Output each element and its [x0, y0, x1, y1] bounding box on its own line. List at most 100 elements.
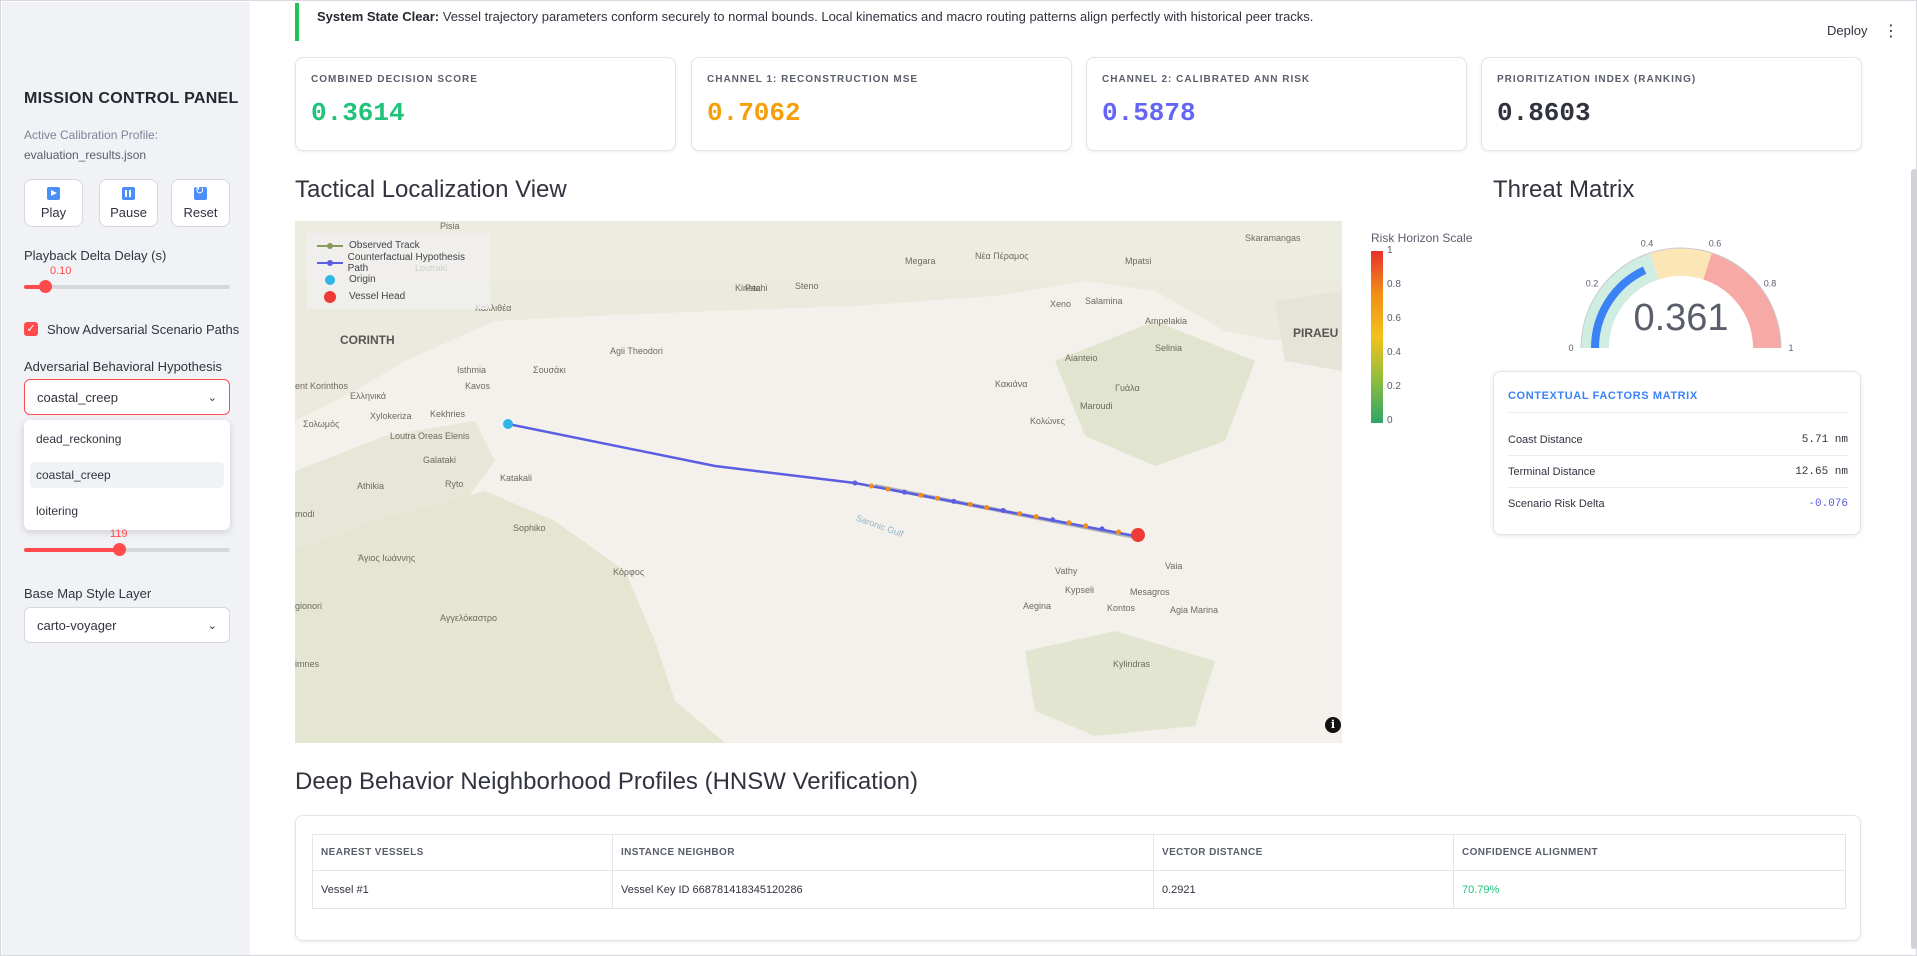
second-slider-fill	[24, 548, 119, 552]
ctx-row-terminal-distance: Terminal Distance 12.65 nm	[1508, 456, 1848, 488]
track-point	[1116, 529, 1122, 535]
delay-slider-thumb[interactable]	[38, 280, 52, 293]
sidebar-title: MISSION CONTROL PANEL	[24, 90, 239, 107]
adversarial-paths-checkbox[interactable]: ✓	[24, 322, 38, 336]
map-style-select[interactable]: carto-voyager ⌄	[24, 607, 230, 643]
gauge-band	[1650, 248, 1712, 280]
ctx-row-value: 12.65 nm	[1795, 465, 1848, 478]
status-banner-title: System State Clear:	[317, 9, 440, 24]
track-point	[1099, 526, 1105, 532]
hypothesis-label: Adversarial Behavioral Hypothesis	[24, 359, 222, 374]
track-point	[852, 480, 858, 486]
chevron-down-icon: ⌄	[207, 619, 217, 632]
deploy-button[interactable]: Deploy	[1827, 23, 1867, 38]
delay-slider-value: 0.10	[50, 265, 72, 277]
neighbors-section-title: Deep Behavior Neighborhood Profiles (HNS…	[295, 768, 918, 795]
track-point	[1050, 517, 1056, 523]
pause-icon	[122, 186, 135, 200]
vessel-head-marker	[1131, 528, 1145, 542]
colorbar-tick: 0.2	[1387, 381, 1401, 392]
info-icon[interactable]: i	[1325, 717, 1341, 733]
table-cell: Vessel Key ID 668781418345120286	[612, 870, 1154, 909]
gauge-tick-label: 0.8	[1764, 278, 1777, 288]
app-window: MISSION CONTROL PANEL Active Calibration…	[0, 0, 1917, 956]
track-point	[1033, 514, 1039, 520]
colorbar-tick: 0	[1387, 415, 1393, 426]
dropdown-option-loitering[interactable]: loitering	[30, 498, 224, 524]
reset-label: Reset	[183, 204, 218, 220]
play-icon	[47, 186, 60, 200]
kpi-value: 0.8603	[1497, 98, 1591, 128]
column-header[interactable]: NEAREST VESSELS	[312, 834, 613, 871]
track-point	[918, 492, 924, 498]
second-slider[interactable]	[24, 543, 230, 556]
kpi-label: COMBINED DECISION SCORE	[311, 74, 478, 85]
ctx-row-label: Scenario Risk Delta	[1508, 498, 1605, 510]
kpi-value: 0.3614	[311, 98, 405, 128]
table-row: Vessel #1 Vessel Key ID 6687814183451202…	[312, 870, 1846, 909]
colorbar-tick: 0.4	[1387, 347, 1401, 358]
second-slider-thumb[interactable]	[112, 543, 126, 556]
track-point	[868, 483, 874, 489]
reset-icon	[194, 184, 207, 200]
track-point	[934, 495, 940, 501]
pause-button[interactable]: Pause	[99, 179, 158, 227]
legend-counterfactual: Counterfactual Hypothesis Path	[315, 252, 482, 274]
colorbar-title: Risk Horizon Scale	[1371, 231, 1473, 245]
map-style-label: Base Map Style Layer	[24, 586, 152, 601]
gauge-tick-label: 0.6	[1709, 238, 1722, 248]
profile-label: Active Calibration Profile:	[24, 128, 159, 142]
neighbors-table: NEAREST VESSELS INSTANCE NEIGHBOR VECTOR…	[312, 834, 1846, 909]
profile-file: evaluation_results.json	[24, 148, 147, 162]
chevron-down-icon: ⌄	[207, 391, 217, 404]
hypothesis-select[interactable]: coastal_creep ⌄	[24, 379, 230, 415]
dropdown-option-dead-reckoning[interactable]: dead_reckoning	[30, 426, 224, 452]
track-point	[967, 501, 973, 507]
kpi-card-prioritization-index: PRIORITIZATION INDEX (RANKING) 0.8603	[1481, 57, 1862, 151]
counterfactual-path	[507, 422, 1136, 538]
column-header[interactable]: VECTOR DISTANCE	[1153, 834, 1454, 871]
kpi-value: 0.5878	[1102, 98, 1196, 128]
legend-vessel-head: Vessel Head	[315, 288, 482, 305]
scrollbar[interactable]	[1911, 169, 1917, 949]
gauge-tick-label: 0.4	[1641, 238, 1654, 248]
track-point	[951, 498, 957, 504]
track-point	[1083, 523, 1089, 529]
column-header[interactable]: CONFIDENCE ALIGNMENT	[1453, 834, 1846, 871]
kpi-card-ann-risk: CHANNEL 2: CALIBRATED ANN RISK 0.5878	[1086, 57, 1467, 151]
second-slider-value: 119	[110, 528, 128, 540]
delay-slider-label: Playback Delta Delay (s)	[24, 248, 167, 263]
contextual-factors-title: CONTEXTUAL FACTORS MATRIX	[1508, 390, 1698, 402]
threat-matrix-title: Threat Matrix	[1493, 176, 1635, 203]
ctx-row-scenario-risk-delta: Scenario Risk Delta -0.076	[1508, 488, 1848, 520]
gauge-tick-label: 0	[1568, 343, 1573, 353]
hypothesis-select-value: coastal_creep	[37, 389, 118, 405]
dropdown-option-coastal-creep[interactable]: coastal_creep	[30, 462, 224, 488]
delay-slider[interactable]	[24, 280, 230, 293]
reset-button[interactable]: Reset	[171, 179, 230, 227]
tactical-map[interactable]: PisiaMegaraΝέα ΠέραμοςMpatsiSkaramangasL…	[295, 221, 1342, 743]
table-cell: Vessel #1	[312, 870, 613, 909]
contextual-factors-card: CONTEXTUAL FACTORS MATRIX Coast Distance…	[1493, 371, 1861, 535]
adversarial-paths-label: Show Adversarial Scenario Paths	[47, 322, 240, 337]
gauge-tick-label: 1	[1788, 343, 1793, 353]
legend-origin: Origin	[315, 271, 482, 288]
hypothesis-dropdown: dead_reckoning coastal_creep loitering	[24, 420, 230, 530]
play-label: Play	[40, 204, 67, 220]
gauge-value: 0.361	[1633, 297, 1729, 339]
table-cell: 0.2921	[1153, 870, 1454, 909]
colorbar-tick: 0.8	[1387, 279, 1401, 290]
track-point	[885, 486, 891, 492]
table-header-row: NEAREST VESSELS INSTANCE NEIGHBOR VECTOR…	[312, 834, 1846, 871]
main-menu-icon[interactable]: ⋮	[1883, 21, 1899, 41]
play-button[interactable]: Play	[24, 179, 83, 227]
table-cell: 70.79%	[1453, 870, 1846, 909]
neighbors-card: NEAREST VESSELS INSTANCE NEIGHBOR VECTOR…	[295, 815, 1861, 941]
ctx-row-coast-distance: Coast Distance 5.71 nm	[1508, 424, 1848, 456]
column-header[interactable]: INSTANCE NEIGHBOR	[612, 834, 1154, 871]
gauge-tick-label: 0.2	[1586, 278, 1599, 288]
colorbar-tick: 1	[1387, 245, 1393, 256]
ctx-row-value: -0.076	[1808, 498, 1848, 510]
map-style-value: carto-voyager	[37, 617, 117, 633]
origin-marker	[503, 419, 513, 429]
